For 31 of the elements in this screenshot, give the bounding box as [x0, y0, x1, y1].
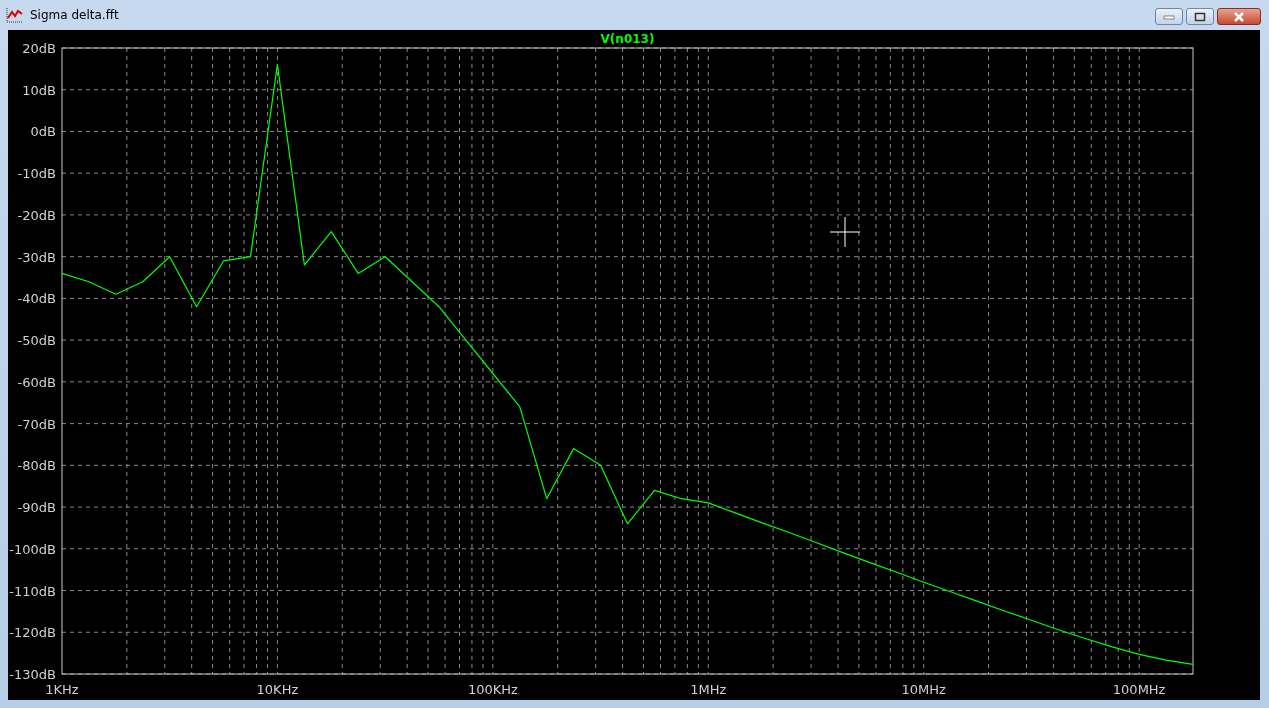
axis-tick-label: 10MHz [901, 682, 946, 697]
axis-tick-label: 20dB [22, 41, 56, 56]
minimize-icon [1163, 13, 1175, 20]
axis-tick-label: 1KHz [45, 682, 79, 697]
crosshair-cursor-icon [829, 216, 861, 248]
maximize-icon [1194, 11, 1206, 22]
close-button[interactable] [1217, 8, 1261, 25]
axis-tick-label: -130dB [9, 667, 56, 682]
axis-tick-label: -30dB [17, 249, 56, 265]
axis-tick-label: -50dB [17, 333, 56, 349]
axis-tick-label: -110dB [9, 583, 56, 599]
axis-tick-label: -10dB [17, 166, 56, 182]
axis-tick-label: -60dB [17, 374, 56, 390]
trace-label: V(n013) [600, 32, 655, 46]
axis-tick-label: -90dB [17, 500, 56, 516]
axis-tick-label: 1MHz [690, 682, 727, 697]
axis-tick-label: -80dB [17, 458, 56, 474]
axis-tick-label: -70dB [17, 416, 56, 432]
axis-tick-label: -20dB [17, 207, 56, 223]
axis-tick-label: 10dB [22, 82, 56, 98]
axis-tick-label: -100dB [9, 541, 56, 557]
maximize-button[interactable] [1186, 8, 1214, 25]
axis-tick-label: 100KHz [467, 682, 518, 697]
axis-tick-label: -40dB [17, 291, 56, 307]
window-title: Sigma delta.fft [30, 8, 119, 22]
graph-icon [6, 7, 24, 23]
axis-tick-label: 10KHz [256, 682, 299, 697]
axis-tick-label: 0dB [30, 124, 56, 140]
axis-tick-label: 100MHz [1112, 682, 1166, 697]
axis-tick-label: -120dB [9, 625, 56, 641]
close-icon [1232, 11, 1246, 22]
